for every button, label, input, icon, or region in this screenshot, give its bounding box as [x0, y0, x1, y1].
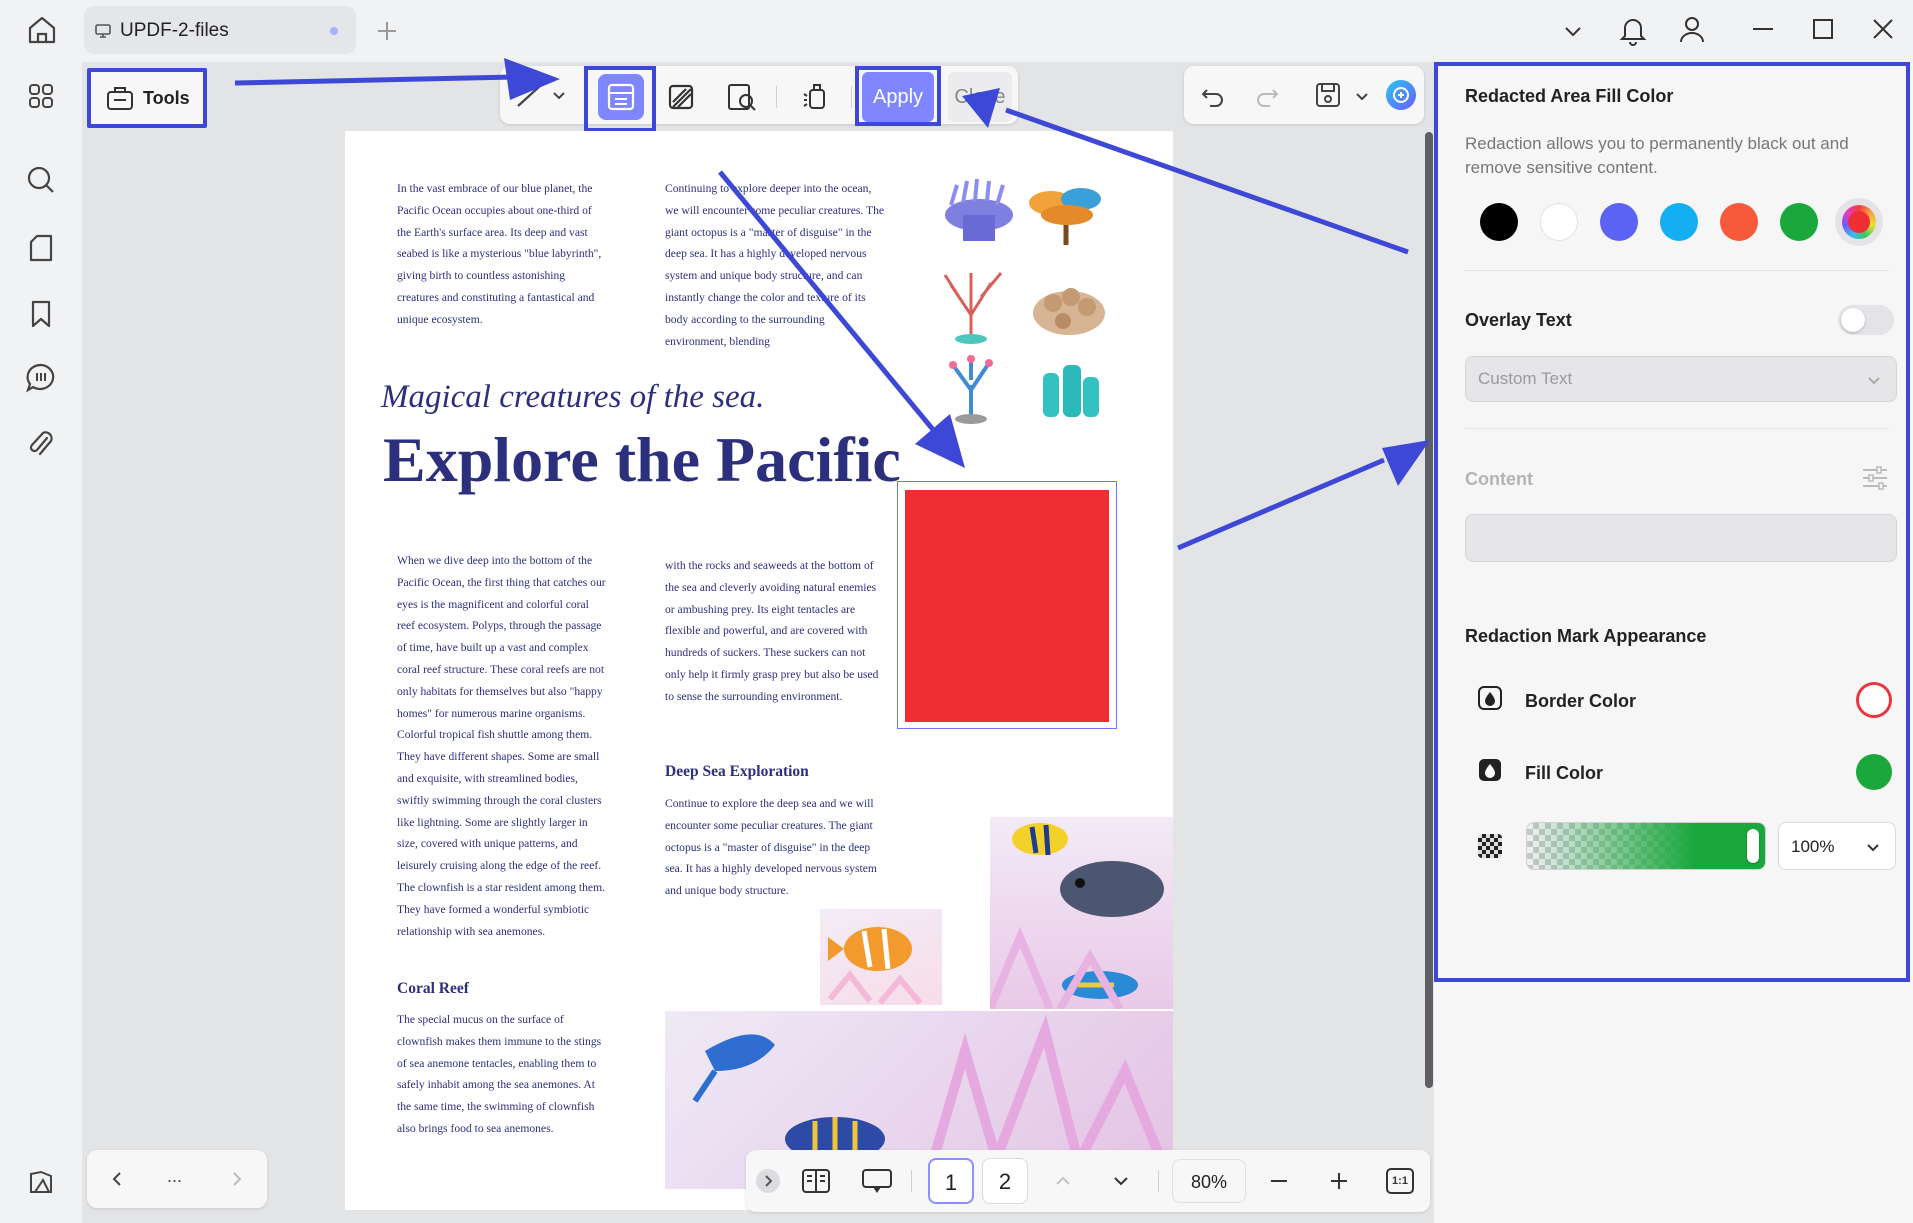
opacity-dropdown[interactable]: 100% — [1778, 822, 1896, 870]
page-navigator: ... — [87, 1150, 267, 1208]
fill-color-label: Fill Color — [1525, 763, 1603, 783]
chevron-down-icon[interactable] — [1110, 1170, 1132, 1192]
swatch-custom-color[interactable] — [1835, 198, 1883, 246]
chevron-down-icon — [1864, 370, 1884, 390]
overlay-text-toggle[interactable] — [1838, 305, 1894, 335]
actual-size-button[interactable]: 1:1 — [1386, 1168, 1414, 1194]
color-wheel-icon — [1842, 205, 1876, 239]
content-field — [1465, 514, 1897, 562]
appearance-title: Redaction Mark Appearance — [1465, 626, 1707, 646]
swatch-green[interactable] — [1780, 203, 1818, 241]
opacity-gradient — [1527, 823, 1765, 869]
swatch-white[interactable] — [1540, 203, 1578, 241]
chevron-left-icon[interactable] — [107, 1169, 127, 1189]
swatch-orange[interactable] — [1720, 203, 1758, 241]
fill-color-swatch[interactable] — [1856, 754, 1892, 790]
zoom-level[interactable]: 80% — [1172, 1159, 1246, 1203]
swatch-black[interactable] — [1480, 203, 1518, 241]
fill-color-description: Redaction allows you to permanently blac… — [1465, 134, 1849, 177]
content-title: Content — [1465, 469, 1533, 489]
two-page-view-icon[interactable] — [800, 1166, 832, 1196]
custom-text-select[interactable]: Custom Text — [1465, 356, 1897, 402]
sliders-icon[interactable] — [1859, 462, 1891, 494]
page-2-button[interactable]: 2 — [982, 1158, 1028, 1204]
toolbar-separator — [1158, 1170, 1159, 1192]
view-controls-bar: 1 2 80% 1:1 — [746, 1150, 1430, 1212]
expand-arrow-icon[interactable] — [756, 1169, 780, 1193]
opacity-value: 100% — [1791, 837, 1835, 856]
presentation-icon[interactable] — [860, 1166, 894, 1196]
fill-drop-icon — [1476, 756, 1504, 784]
chevron-up-icon[interactable] — [1052, 1170, 1074, 1192]
swatch-cyan[interactable] — [1660, 203, 1698, 241]
fill-color-title: Redacted Area Fill Color — [1465, 86, 1674, 106]
border-drop-icon — [1476, 684, 1504, 712]
chevron-down-icon — [1863, 837, 1883, 857]
border-color-label: Border Color — [1525, 691, 1637, 711]
divider — [1465, 428, 1889, 429]
opacity-slider[interactable] — [1526, 822, 1766, 870]
overlay-text-title: Overlay Text — [1465, 310, 1572, 330]
zoom-out-icon[interactable] — [1268, 1170, 1290, 1192]
opacity-checker-icon — [1478, 834, 1502, 858]
toolbar-separator — [911, 1170, 912, 1192]
redaction-properties-panel: Redacted Area Fill Color Redaction allow… — [1434, 62, 1913, 1223]
border-color-swatch[interactable] — [1856, 682, 1892, 718]
swatch-blue[interactable] — [1600, 203, 1638, 241]
selected-color-dot — [1848, 211, 1870, 233]
zoom-in-icon[interactable] — [1328, 1170, 1350, 1192]
more-ellipsis[interactable]: ... — [167, 1166, 182, 1187]
chevron-right-icon[interactable] — [227, 1169, 247, 1189]
custom-text-placeholder: Custom Text — [1478, 369, 1573, 388]
opacity-handle[interactable] — [1747, 829, 1759, 863]
divider — [1465, 270, 1889, 271]
page-1-button[interactable]: 1 — [928, 1158, 974, 1204]
toggle-knob — [1841, 308, 1865, 332]
